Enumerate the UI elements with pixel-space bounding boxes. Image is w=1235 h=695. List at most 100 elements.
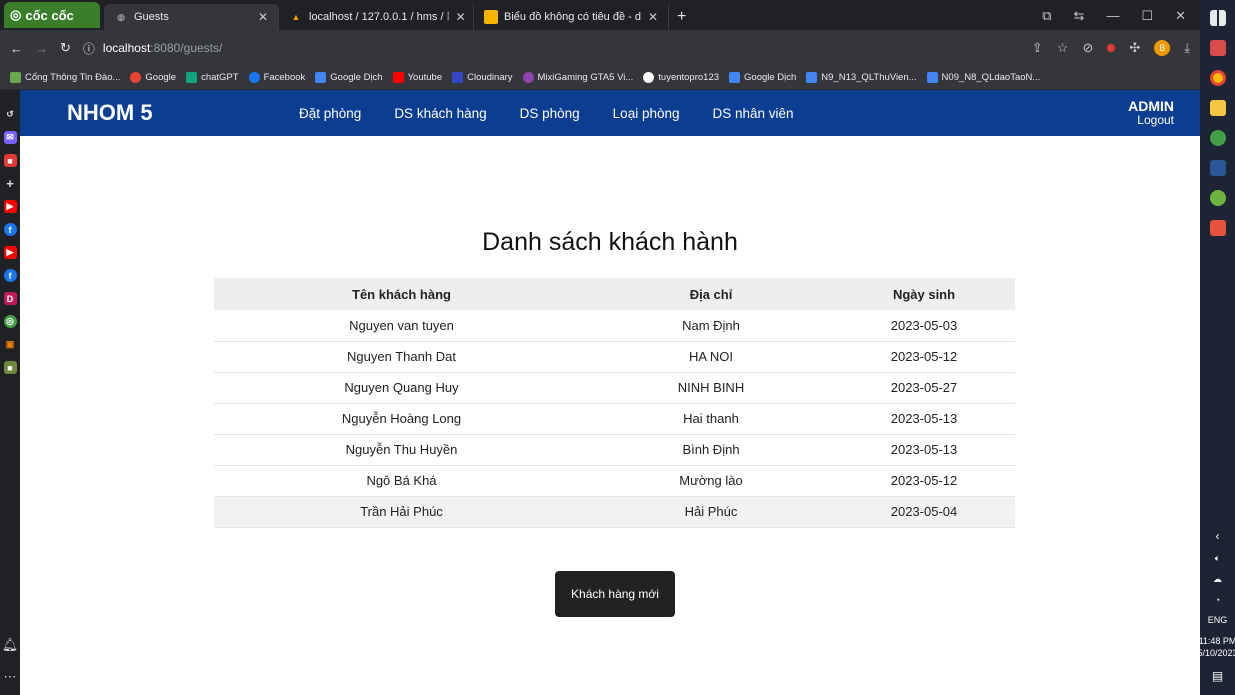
coccoc-icon[interactable]: ◎ [3, 315, 17, 328]
nav-link-ds-phong[interactable]: DS phòng [520, 106, 580, 121]
nav-link-ds-khach-hang[interactable]: DS khách hàng [394, 106, 486, 121]
tab-phpmyadmin[interactable]: ▲ localhost / 127.0.0.1 / hms / ⁞ ✕ [279, 4, 474, 30]
bookmarks-bar: Cổng Thông Tin Đào... Google chatGPT Fac… [0, 66, 1200, 90]
clock[interactable]: 11:48 PM 5/10/2023 [1197, 635, 1235, 659]
close-icon[interactable]: ✕ [258, 10, 268, 24]
site-brand[interactable]: NHOM 5 [67, 100, 299, 126]
download-icon[interactable]: ⤓ [1184, 40, 1190, 56]
forward-icon[interactable]: → [35, 41, 48, 56]
chrome-icon[interactable] [1209, 70, 1226, 86]
bookmark-label: Cổng Thông Tin Đào... [25, 72, 121, 83]
guest-table-container: Tên khách hàng Địa chỉ Ngày sinh Nguyen … [214, 278, 1015, 528]
bookmark-label: Google [145, 72, 177, 83]
cloud-icon[interactable]: ☁ [1213, 574, 1222, 585]
bookmark-item[interactable]: tuyentopro123 [643, 72, 719, 83]
bookmark-item[interactable]: N9_N13_QLThuVien... [806, 72, 917, 83]
spring-icon[interactable] [1209, 190, 1226, 206]
block-icon[interactable]: ⊘ [1082, 40, 1093, 56]
bookmark-item[interactable]: MixiGaming GTA5 Vi... [522, 72, 634, 83]
wifi-icon[interactable]: ◔ [1215, 595, 1220, 605]
close-icon[interactable]: ✕ [456, 10, 466, 24]
table-row: Nguyen Quang Huy NINH BINH 2023-05-27 [214, 372, 1015, 404]
github-icon [643, 72, 655, 83]
new-tab-button[interactable]: + [669, 8, 694, 30]
file-explorer-icon[interactable] [1209, 100, 1226, 116]
youtube-icon[interactable]: ▶ [3, 200, 17, 213]
bookmark-item[interactable]: chatGPT [186, 72, 239, 83]
app-icon[interactable] [1209, 40, 1226, 56]
codeblocks-icon[interactable] [1209, 220, 1226, 236]
more-icon[interactable]: ⋯ [3, 669, 16, 685]
chevron-left-icon[interactable]: ‹ [1216, 529, 1220, 543]
bookmark-item[interactable]: Facebook [248, 72, 306, 83]
add-icon[interactable]: + [4, 176, 17, 191]
bookmark-item[interactable]: Google Dịch [315, 72, 383, 83]
browser-brand: cốc cốc [25, 7, 74, 23]
coccoc-icon[interactable] [1209, 130, 1226, 146]
bookmark-item[interactable]: Google Dịch [729, 72, 796, 83]
toolbar-actions: ⇪ ☆ ⊘ ✣ B ⤓ [1032, 40, 1190, 56]
bookmark-item[interactable]: Cloudinary [452, 72, 513, 83]
d-app-icon[interactable]: D [3, 292, 17, 305]
youtube-icon[interactable]: ▶ [3, 246, 17, 259]
coccoc-logo[interactable]: ◎ cốc cốc [4, 2, 100, 28]
reload-icon[interactable]: ↻ [60, 40, 71, 56]
app-icon[interactable]: ■ [3, 154, 17, 167]
cell-name: Nguyễn Thu Huyền [214, 434, 589, 466]
cell-name: Ngô Bá Khá [214, 465, 589, 497]
tab-search-icon[interactable]: ⇆ [1074, 8, 1085, 24]
bookmark-label: Google Dịch [330, 72, 383, 83]
messenger-icon[interactable]: ✉ [3, 131, 17, 144]
bookmark-item[interactable]: Youtube [392, 72, 442, 83]
close-icon[interactable]: ✕ [648, 10, 658, 24]
close-window-icon[interactable]: ✕ [1175, 8, 1186, 24]
screenshot-icon[interactable]: ⧉ [1042, 8, 1051, 24]
language-indicator[interactable]: ENG [1208, 615, 1228, 625]
nav-link-dat-phong[interactable]: Đặt phòng [299, 106, 361, 121]
cell-birthdate: 2023-05-04 [833, 496, 1015, 528]
bookmark-label: Google Dịch [744, 72, 797, 83]
logout-link[interactable]: Logout [1128, 113, 1174, 127]
share-icon[interactable]: ⇪ [1032, 40, 1043, 56]
shop-icon[interactable]: ▣ [4, 338, 17, 351]
maximize-icon[interactable]: ☐ [1141, 8, 1153, 24]
cell-birthdate: 2023-05-13 [833, 403, 1015, 435]
table-header-row: Tên khách hàng Địa chỉ Ngày sinh [214, 278, 1015, 310]
tab-chart[interactable]: Biểu đồ không có tiêu đề - d ✕ [474, 4, 669, 30]
notification-icon[interactable]: ▤ [1212, 669, 1223, 683]
windows-start-icon[interactable] [1209, 10, 1226, 26]
window-controls: ⧉ ⇆ — ☐ ✕ [1028, 8, 1200, 30]
address-input[interactable]: ⓘ localhost:8080/guests/ [83, 35, 1020, 61]
cell-name: Nguyen van tuyen [214, 310, 589, 342]
minimize-icon[interactable]: — [1106, 8, 1119, 24]
guest-table: Tên khách hàng Địa chỉ Ngày sinh Nguyen … [214, 278, 1015, 528]
bookmark-item[interactable]: N09_N8_QLdaoTaoN... [926, 72, 1041, 83]
game-icon[interactable]: ■ [3, 361, 17, 374]
bookmark-label: N09_N8_QLdaoTaoN... [941, 72, 1041, 83]
volume-icon[interactable]: 🔈︎ [1215, 553, 1220, 564]
bookmark-label: Facebook [263, 72, 306, 83]
tab-guests[interactable]: ◍ Guests ✕ [104, 4, 279, 30]
info-icon: ⓘ [82, 41, 95, 56]
facebook-icon[interactable]: f [3, 269, 17, 282]
word-icon[interactable] [1209, 160, 1226, 176]
bookmark-label: MixiGaming GTA5 Vi... [537, 72, 634, 83]
extensions-icon[interactable]: ✣ [1129, 40, 1140, 56]
bell-icon[interactable]: 🔔︎ [2, 637, 19, 653]
nav-link-ds-nhan-vien[interactable]: DS nhân viên [713, 106, 794, 121]
browser-tab-strip: ◎ cốc cốc ◍ Guests ✕ ▲ localhost / 127.0… [0, 0, 1200, 30]
history-icon[interactable]: ↺ [4, 108, 17, 121]
record-icon[interactable] [1107, 44, 1116, 52]
bookmark-item[interactable]: Cổng Thông Tin Đào... [10, 72, 120, 83]
back-icon[interactable]: ← [10, 41, 23, 56]
mixigaming-icon [522, 72, 534, 83]
profile-avatar[interactable]: B [1154, 40, 1171, 56]
bookmark-item[interactable]: Google [130, 72, 176, 83]
translate-icon [315, 72, 327, 83]
new-guest-button[interactable]: Khách hàng mới [555, 571, 675, 617]
column-header-birthdate: Ngày sinh [833, 278, 1015, 310]
star-icon[interactable]: ☆ [1057, 40, 1069, 56]
facebook-icon[interactable]: f [3, 223, 17, 236]
nav-link-loai-phong[interactable]: Loại phòng [613, 106, 680, 121]
tab-label: Guests [134, 11, 169, 23]
